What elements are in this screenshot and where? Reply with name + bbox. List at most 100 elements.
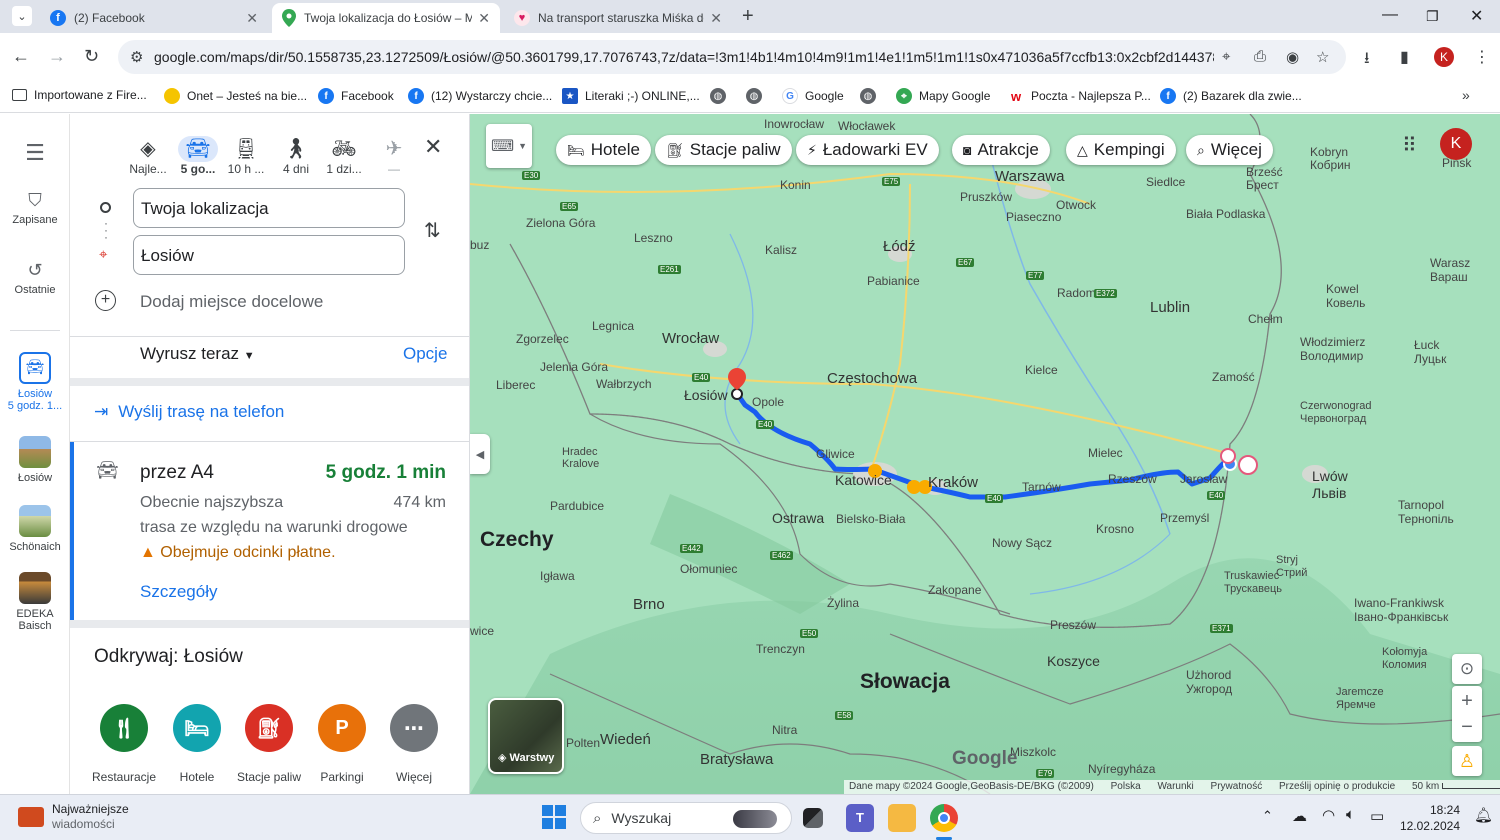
tab-maps[interactable]: Twoja lokalizacja do Łosiów – Mapy Googl… <box>272 3 500 33</box>
map-label-czechy[interactable]: Czechy <box>480 528 554 552</box>
map-label-truskawiec[interactable]: Truskawiec Трускавець <box>1224 570 1282 596</box>
map-label-ostrawa[interactable]: Ostrawa <box>772 510 824 526</box>
map-label-warszawa[interactable]: Warszawa <box>995 168 1064 185</box>
map-label-katowice[interactable]: Katowice <box>835 472 892 488</box>
map-label-konin[interactable]: Konin <box>780 178 811 192</box>
map-label-legnica[interactable]: Legnica <box>592 319 634 333</box>
map-label-pruszkow[interactable]: Pruszków <box>960 190 1012 204</box>
bookmark-facebook-group[interactable]: f (12) Wystarczy chcie... <box>408 88 552 104</box>
menu-button[interactable]: ☰ <box>0 140 70 166</box>
map-label-liberec[interactable]: Liberec <box>496 378 535 392</box>
map-label-czerwonograd[interactable]: Czerwonograd Червоноград <box>1300 400 1372 426</box>
chrome-icon[interactable] <box>930 804 958 832</box>
map-label-leszno[interactable]: Leszno <box>634 231 673 245</box>
menu-kebab-icon[interactable]: ⋮ <box>1474 47 1490 67</box>
map-label-otwock[interactable]: Otwock <box>1056 198 1096 212</box>
bookmark-facebook[interactable]: f Facebook <box>318 88 394 104</box>
map-label-zielona[interactable]: Zielona Góra <box>526 216 595 230</box>
feedback-link[interactable]: Prześlij opinię o produkcie <box>1279 781 1395 792</box>
tray-expand-icon[interactable]: ⌃ <box>1262 808 1273 824</box>
map-label-zgorzelec[interactable]: Zgorzelec <box>516 332 569 346</box>
map-label-brno[interactable]: Brno <box>633 596 665 613</box>
bookmark-maps[interactable]: ⌖ Mapy Google <box>896 88 990 104</box>
mode-best[interactable]: ◈ Najle... <box>120 136 176 176</box>
zoom-out-button[interactable]: − <box>1461 714 1473 740</box>
map-label-slowacja[interactable]: Słowacja <box>860 670 950 694</box>
address-bar[interactable]: ⚙ google.com/maps/dir/50.1558735,23.1272… <box>118 40 1346 74</box>
map-label-tarnopol[interactable]: Tarnopol Тернопіль <box>1398 498 1454 526</box>
bookmark-onet[interactable]: Onet – Jesteś na bie... <box>164 88 307 104</box>
map-label-kobryn[interactable]: Kobryn Кобрин <box>1310 146 1351 172</box>
tab-close-icon[interactable]: ✕ <box>246 10 258 27</box>
map-label-kielce[interactable]: Kielce <box>1025 363 1058 377</box>
bookmark-globe-3[interactable]: ◍ <box>860 88 883 104</box>
recent-button[interactable]: ↺ Ostatnie <box>0 260 70 296</box>
map-label-lwow[interactable]: Lwów Львів <box>1312 468 1348 502</box>
category-fuel[interactable]: ⛽︎ Stacje paliw <box>231 704 307 784</box>
map-label-rzeszow[interactable]: Rzeszów <box>1108 472 1157 486</box>
minimize-button[interactable]: — <box>1382 6 1398 24</box>
map-label-jaremcze[interactable]: Jaremcze Яремче <box>1336 686 1384 712</box>
teams-icon[interactable]: T <box>846 804 874 832</box>
tab-transport[interactable]: ♥ Na transport staruszka Miśka do ✕ <box>504 3 732 33</box>
onedrive-icon[interactable]: ☁ <box>1292 807 1307 825</box>
category-restaurants[interactable]: 🍴︎ Restauracje <box>86 704 162 784</box>
my-location-button[interactable]: ⊙ <box>1452 654 1482 684</box>
chip-hotels[interactable]: 🛏︎ Hotele <box>556 135 651 165</box>
close-directions-button[interactable]: ✕ <box>424 134 442 160</box>
bookmark-globe-2[interactable]: ◍ <box>746 88 769 104</box>
category-parking[interactable]: P Parkingi <box>304 704 380 784</box>
map-label-lodz[interactable]: Łódź <box>883 238 916 255</box>
map-label-opole[interactable]: Opole <box>752 395 784 409</box>
chip-ev[interactable]: ⚡︎ Ładowarki EV <box>796 135 939 165</box>
map-label-gliwice[interactable]: Gliwice <box>816 447 855 461</box>
category-hotels[interactable]: 🛏︎ Hotele <box>159 704 235 784</box>
bookmark-folder[interactable]: Importowane z Fire... <box>12 88 147 102</box>
bookmark-globe-1[interactable]: ◍ <box>710 88 733 104</box>
send-to-phone-button[interactable]: ⇥ Wyślij trasę na telefon <box>94 402 284 422</box>
bookmark-wp[interactable]: w Poczta - Najlepsza P... <box>1008 88 1151 104</box>
map-profile-avatar[interactable]: K <box>1440 128 1472 160</box>
options-button[interactable]: Opcje <box>403 344 447 364</box>
category-more[interactable]: ⋯ Więcej <box>376 704 452 784</box>
country-link[interactable]: Polska <box>1111 781 1141 792</box>
map-label-lublin[interactable]: Lublin <box>1150 299 1190 316</box>
tab-search-button[interactable]: ⌄ <box>12 6 32 26</box>
map-label-kowel[interactable]: Kowel Ковель <box>1326 282 1365 310</box>
tab-facebook[interactable]: f (2) Facebook ✕ <box>40 3 268 33</box>
news-widget[interactable]: Najważniejsze wiadomości <box>18 802 129 832</box>
map-label-polten[interactable]: Polten <box>566 736 600 750</box>
chip-attractions[interactable]: ◙ Atrakcje <box>952 135 1050 165</box>
map-label-wloclawek[interactable]: Włocławek <box>838 119 895 133</box>
swap-icon[interactable]: ⇅ <box>424 218 441 243</box>
map-label-wlodzimierz[interactable]: Włodzimierz Володимир <box>1300 335 1365 363</box>
mode-bike[interactable]: 🚲︎ 1 dzi... <box>316 136 372 176</box>
map-label-bratyslawa[interactable]: Bratysława <box>700 751 773 768</box>
saved-button[interactable]: ⛉ Zapisane <box>0 190 70 226</box>
map-label-nitra[interactable]: Nitra <box>772 723 797 737</box>
map-label-inowroclaw[interactable]: Inowrocław <box>764 117 824 131</box>
map-label-jelenia[interactable]: Jelenia Góra <box>540 360 608 374</box>
tab-close-icon[interactable]: ✕ <box>478 10 490 27</box>
map-label-krakow[interactable]: Kraków <box>928 474 978 491</box>
map-label-chelm[interactable]: Chełm <box>1248 312 1283 326</box>
map-label-warasz[interactable]: Warasz Вараш <box>1430 256 1470 284</box>
star-icon[interactable]: ☆ <box>1316 48 1329 66</box>
map-label-iwano[interactable]: Iwano-Frankiwsk Івано-Франківськ <box>1354 596 1448 624</box>
map-label-walbrzych[interactable]: Wałbrzych <box>596 377 652 391</box>
map-label-siedlce[interactable]: Siedlce <box>1146 175 1185 189</box>
map-label-tarnow[interactable]: Tarnów <box>1022 480 1061 494</box>
destination-input[interactable]: Łosiów <box>133 235 405 275</box>
map-label-wieden[interactable]: Wiedeń <box>600 731 651 748</box>
details-button[interactable]: Szczegóły <box>140 582 217 602</box>
collapse-panel-button[interactable]: ◀ <box>470 434 490 474</box>
tab-close-icon[interactable]: ✕ <box>710 10 722 27</box>
url-text[interactable]: google.com/maps/dir/50.1558735,23.127250… <box>154 49 1214 65</box>
recent-item-edeka[interactable]: EDEKA Baisch <box>0 572 70 632</box>
close-window-button[interactable]: ✕ <box>1470 6 1483 26</box>
reload-button[interactable]: ↻ <box>84 46 99 67</box>
wifi-icon[interactable]: ◠ <box>1322 806 1335 824</box>
taskbar-search[interactable]: ⌕ Wyszukaj <box>580 802 792 834</box>
chip-fuel[interactable]: ⛽︎ Stacje paliw <box>655 135 792 165</box>
profile-avatar[interactable]: K <box>1434 47 1454 67</box>
